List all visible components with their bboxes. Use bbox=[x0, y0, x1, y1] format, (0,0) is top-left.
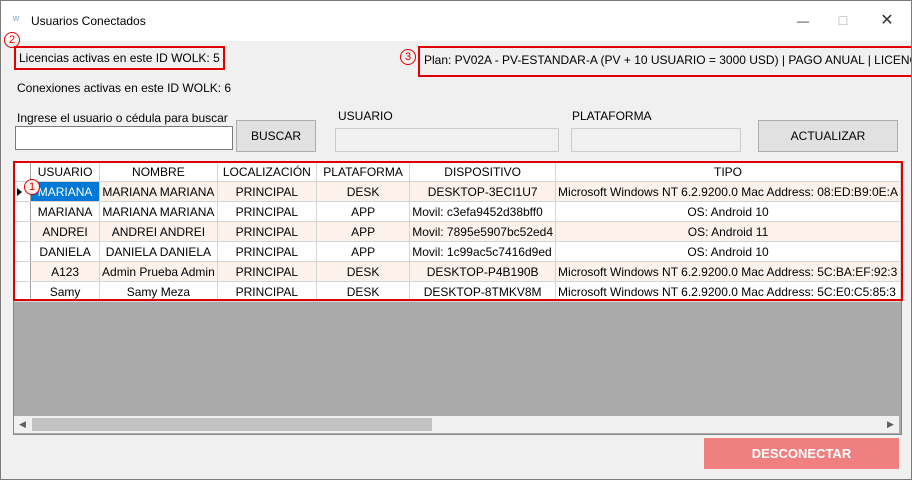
table-cell[interactable]: Microsoft Windows NT 6.2.9200.0 Mac Addr… bbox=[555, 281, 901, 302]
table-cell[interactable]: PRINCIPAL bbox=[217, 201, 317, 222]
row-selector[interactable] bbox=[14, 281, 32, 302]
licencias-activas-label: Licencias activas en este ID WOLK: 5 bbox=[14, 46, 225, 70]
column-header[interactable]: DISPOSITIVO bbox=[409, 163, 557, 182]
table-cell[interactable]: Samy Meza bbox=[99, 281, 218, 302]
callout-1: 1 bbox=[24, 179, 40, 195]
minimize-button[interactable]: — bbox=[789, 9, 817, 33]
table-cell[interactable]: OS: Android 11 bbox=[555, 221, 901, 242]
table-cell[interactable]: APP bbox=[316, 241, 411, 262]
table-cell[interactable]: A123 bbox=[30, 261, 101, 282]
table-cell[interactable]: Movil: 7895e5907bc52ed4 bbox=[409, 221, 557, 242]
callout-3: 3 bbox=[400, 49, 416, 65]
close-button[interactable]: ✕ bbox=[873, 9, 901, 33]
table-cell[interactable]: PRINCIPAL bbox=[217, 261, 317, 282]
app-logo-icon: W bbox=[12, 16, 20, 23]
connections-grid[interactable]: USUARIO NOMBRE LOCALIZACIÓN PLATAFORMA D… bbox=[13, 162, 902, 435]
scroll-left-icon[interactable]: ◀ bbox=[14, 416, 31, 433]
actualizar-button[interactable]: ACTUALIZAR bbox=[758, 120, 898, 152]
table-cell[interactable]: DESKTOP-8TMKV8M bbox=[409, 281, 557, 302]
column-header[interactable]: TIPO bbox=[555, 163, 901, 182]
table-cell[interactable]: ANDREI ANDREI bbox=[99, 221, 218, 242]
table-row[interactable]: Samy Samy Meza PRINCIPAL DESK DESKTOP-8T… bbox=[14, 281, 901, 302]
table-cell[interactable]: DESK bbox=[316, 261, 411, 282]
plataforma-label: PLATAFORMA bbox=[572, 109, 652, 123]
current-row-arrow-icon bbox=[16, 187, 22, 196]
column-header[interactable]: PLATAFORMA bbox=[316, 163, 411, 182]
table-cell[interactable]: DANIELA bbox=[30, 241, 101, 262]
window-title: Usuarios Conectados bbox=[31, 14, 146, 28]
scroll-right-icon[interactable]: ▶ bbox=[882, 416, 899, 433]
table-cell[interactable]: PRINCIPAL bbox=[217, 241, 317, 262]
table-cell[interactable]: DESK bbox=[316, 181, 411, 202]
usuario-label: USUARIO bbox=[338, 109, 393, 123]
table-cell[interactable]: PRINCIPAL bbox=[217, 181, 317, 202]
table-cell[interactable]: DESKTOP-3ECI1U7 bbox=[409, 181, 557, 202]
search-label: Ingrese el usuario o cédula para buscar bbox=[17, 111, 228, 125]
horizontal-scrollbar[interactable]: ◀ ▶ bbox=[14, 416, 899, 433]
row-selector[interactable] bbox=[14, 261, 32, 282]
table-cell[interactable]: DANIELA DANIELA bbox=[99, 241, 218, 262]
connections-table: USUARIO NOMBRE LOCALIZACIÓN PLATAFORMA D… bbox=[14, 163, 901, 302]
row-selector[interactable] bbox=[14, 201, 32, 222]
table-row[interactable]: MARIANA MARIANA MARIANA PRINCIPAL APP Mo… bbox=[14, 201, 901, 222]
table-cell[interactable]: OS: Android 10 bbox=[555, 241, 901, 262]
table-cell[interactable]: PRINCIPAL bbox=[217, 281, 317, 302]
table-cell[interactable]: PRINCIPAL bbox=[217, 221, 317, 242]
table-cell[interactable]: DESKTOP-P4B190B bbox=[409, 261, 557, 282]
column-header[interactable]: USUARIO bbox=[30, 163, 101, 182]
row-selector[interactable] bbox=[14, 221, 32, 242]
title-bar: W Usuarios Conectados — ☐ ✕ bbox=[1, 1, 911, 41]
buscar-button[interactable]: BUSCAR bbox=[236, 120, 316, 152]
table-cell[interactable]: MARIANA bbox=[30, 181, 101, 202]
table-row[interactable]: MARIANA MARIANA MARIANA PRINCIPAL DESK D… bbox=[14, 181, 901, 202]
table-cell[interactable]: MARIANA MARIANA bbox=[99, 181, 218, 202]
table-cell[interactable]: Movil: 1c99ac5c7416d9ed bbox=[409, 241, 557, 262]
table-row[interactable]: DANIELA DANIELA DANIELA PRINCIPAL APP Mo… bbox=[14, 241, 901, 262]
table-cell[interactable]: Admin Prueba Admin bbox=[99, 261, 218, 282]
table-header-row: USUARIO NOMBRE LOCALIZACIÓN PLATAFORMA D… bbox=[14, 163, 901, 182]
table-row[interactable]: A123 Admin Prueba Admin PRINCIPAL DESK D… bbox=[14, 261, 901, 282]
scrollbar-thumb[interactable] bbox=[32, 418, 432, 431]
plataforma-field[interactable] bbox=[571, 128, 741, 152]
table-cell[interactable]: MARIANA bbox=[30, 201, 101, 222]
table-cell[interactable]: MARIANA MARIANA bbox=[99, 201, 218, 222]
table-cell[interactable]: Microsoft Windows NT 6.2.9200.0 Mac Addr… bbox=[555, 261, 901, 282]
table-cell[interactable]: APP bbox=[316, 221, 411, 242]
table-cell[interactable]: ANDREI bbox=[30, 221, 101, 242]
table-cell[interactable]: Samy bbox=[30, 281, 101, 302]
maximize-button[interactable]: ☐ bbox=[829, 9, 857, 33]
table-cell[interactable]: APP bbox=[316, 201, 411, 222]
table-cell[interactable]: Movil: c3efa9452d38bff0 bbox=[409, 201, 557, 222]
table-cell[interactable]: Microsoft Windows NT 6.2.9200.0 Mac Addr… bbox=[555, 181, 901, 202]
search-input[interactable] bbox=[15, 126, 233, 150]
table-cell[interactable]: DESK bbox=[316, 281, 411, 302]
conexiones-activas-label: Conexiones activas en este ID WOLK: 6 bbox=[17, 81, 232, 95]
main-window: W Usuarios Conectados — ☐ ✕ 2 Licencias … bbox=[0, 0, 912, 480]
column-header[interactable]: NOMBRE bbox=[99, 163, 218, 182]
plan-label: Plan: PV02A - PV-ESTANDAR-A (PV + 10 USU… bbox=[418, 46, 911, 77]
table-cell[interactable]: OS: Android 10 bbox=[555, 201, 901, 222]
usuario-field[interactable] bbox=[335, 128, 559, 152]
desconectar-button[interactable]: DESCONECTAR bbox=[704, 438, 899, 469]
column-header[interactable]: LOCALIZACIÓN bbox=[217, 163, 317, 182]
table-row[interactable]: ANDREI ANDREI ANDREI PRINCIPAL APP Movil… bbox=[14, 221, 901, 242]
row-selector[interactable] bbox=[14, 241, 32, 262]
